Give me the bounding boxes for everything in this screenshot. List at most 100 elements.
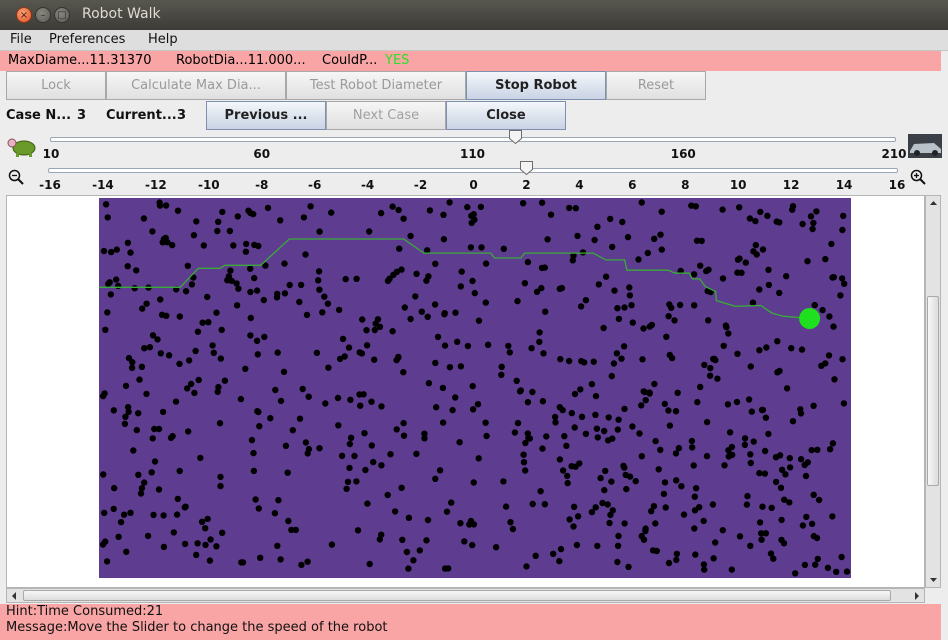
obstacle-dot [117, 518, 125, 526]
obstacle-dot [749, 299, 757, 306]
obstacle-dot [813, 208, 820, 215]
zoom-slider-track[interactable] [48, 168, 898, 173]
obstacle-dot [386, 275, 393, 282]
obstacle-dot [696, 504, 703, 511]
vertical-scrollbar[interactable] [925, 195, 941, 588]
obstacle-dot [384, 491, 391, 499]
obstacle-dot [281, 260, 288, 267]
scroll-down-icon[interactable] [927, 575, 940, 585]
obstacle-dot [492, 544, 500, 551]
obstacle-dot [440, 211, 447, 218]
speed-tick-label: 210 [881, 147, 907, 161]
obstacle-dot [130, 447, 137, 454]
obstacle-dot [141, 345, 148, 352]
speed-slider-thumb[interactable] [508, 130, 522, 144]
menu-file[interactable]: File [10, 32, 32, 47]
zoom-tick-label: -12 [145, 178, 167, 192]
obstacle-dot [247, 288, 254, 296]
obstacle-dot [694, 398, 701, 406]
obstacle-dot [797, 410, 805, 417]
obstacle-dot [353, 275, 360, 282]
obstacle-dot [176, 467, 183, 475]
horizontal-scroll-thumb[interactable] [23, 590, 891, 601]
close-window-button[interactable]: × [16, 7, 32, 23]
obstacle-dot [509, 525, 517, 533]
obstacle-dot [638, 453, 645, 460]
scroll-left-icon[interactable] [9, 590, 19, 602]
obstacle-dot [577, 303, 585, 310]
obstacle-dot [215, 218, 222, 225]
speed-slider-track[interactable] [50, 137, 896, 142]
obstacle-dot [457, 520, 464, 527]
obstacle-dot [753, 251, 760, 258]
obstacle-dot [247, 265, 254, 272]
obstacle-dot [198, 518, 206, 525]
obstacle-dot [840, 212, 847, 220]
menu-preferences[interactable]: Preferences [49, 32, 125, 47]
obstacle-dot [325, 364, 332, 371]
obstacle-dot [839, 226, 846, 234]
obstacle-dot [721, 462, 728, 469]
obstacle-dot [666, 351, 673, 359]
obstacle-dot [710, 555, 717, 562]
obstacle-dot [591, 236, 598, 244]
reset-button[interactable]: Reset [606, 71, 706, 100]
obstacle-dot [431, 301, 439, 308]
minimize-window-button[interactable]: – [35, 7, 51, 23]
obstacle-dot [400, 419, 407, 427]
next-case-button[interactable]: Next Case [326, 101, 446, 130]
obstacle-dot [302, 251, 309, 258]
obstacle-dot [346, 440, 354, 448]
obstacle-dot [725, 453, 732, 460]
car-icon [908, 134, 942, 158]
obstacle-dot [413, 450, 420, 457]
close-button[interactable]: Close [446, 101, 566, 130]
obstacle-dot [238, 559, 245, 566]
obstacle-dot [155, 486, 163, 493]
zoom-out-icon[interactable] [8, 169, 24, 185]
obstacle-dot [762, 530, 770, 537]
obstacle-dot [469, 382, 476, 390]
previous-case-button[interactable]: Previous ... [206, 101, 326, 130]
current-case-value: 3 [177, 108, 187, 123]
obstacle-dot [547, 211, 555, 218]
field-scroll-pane[interactable] [6, 195, 925, 588]
calculate-max-diameter-button[interactable]: Calculate Max Dia... [106, 71, 286, 100]
obstacle-dot [230, 242, 237, 249]
zoom-slider-thumb[interactable] [520, 161, 534, 175]
obstacle-dot [285, 517, 292, 525]
obstacle-dot [190, 232, 198, 239]
obstacle-dot [148, 469, 155, 476]
scroll-right-icon[interactable] [912, 590, 922, 602]
menu-help[interactable]: Help [148, 32, 178, 47]
obstacle-dot [151, 458, 159, 465]
obstacle-dot [719, 275, 727, 282]
zoom-in-icon[interactable] [910, 169, 926, 185]
test-robot-diameter-button[interactable]: Test Robot Diameter [286, 71, 466, 100]
current-case-label: Current... [106, 108, 177, 123]
obstacle-dot [571, 390, 579, 398]
vertical-scroll-thumb[interactable] [927, 296, 939, 486]
obstacle-dot [814, 555, 821, 563]
horizontal-scrollbar[interactable] [6, 588, 925, 603]
obstacle-dot [254, 351, 261, 358]
scroll-up-icon[interactable] [927, 198, 940, 208]
obstacle-dot [642, 527, 649, 535]
obstacle-dot [315, 277, 322, 284]
obstacle-dot [698, 237, 705, 245]
maximize-window-button[interactable]: □ [54, 7, 70, 23]
obstacle-dot [756, 519, 764, 526]
obstacle-dot [680, 511, 688, 518]
obstacle-dot [197, 454, 204, 462]
obstacle-dot [640, 325, 647, 332]
hint-text: Hint:Time Consumed:21 [6, 604, 164, 619]
obstacle-dot [690, 462, 697, 469]
obstacle-dot [363, 327, 370, 334]
obstacle-dot [642, 397, 649, 404]
obstacle-dot [400, 215, 407, 222]
robot-field[interactable] [99, 198, 851, 578]
obstacle-dot [747, 542, 754, 549]
lock-button[interactable]: Lock [6, 71, 106, 100]
stop-robot-button[interactable]: Stop Robot [466, 71, 606, 100]
obstacle-dot [102, 538, 109, 545]
